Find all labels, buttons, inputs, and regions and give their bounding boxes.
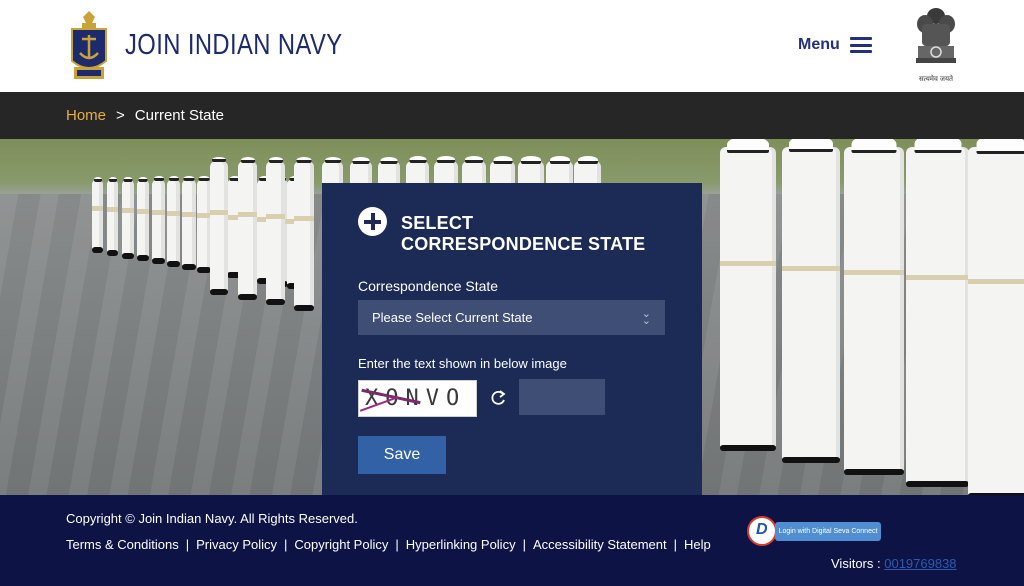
digital-seva-logo-icon: D [747, 516, 777, 546]
state-field-label: Correspondence State [358, 278, 499, 294]
footer-link-terms[interactable]: Terms & Conditions [66, 537, 179, 552]
emblem-caption: सत्यमेव जयते [918, 76, 954, 83]
sailor-figure [266, 157, 285, 305]
site-title[interactable]: JOIN INDIAN NAVY [125, 29, 343, 62]
state-select-value: Please Select Current State [372, 310, 533, 325]
form-title-line2: CORRESPONDENCE STATE [401, 234, 646, 254]
chevron-down-icon: ⌄ ⌄ [641, 308, 651, 327]
sailor-figure [152, 176, 165, 264]
sailor-figure [197, 176, 211, 273]
sailor-figure [210, 157, 228, 295]
sailor-figure [782, 139, 840, 463]
footer-link-separator: | [185, 537, 190, 552]
visitors-label: Visitors : [831, 556, 881, 571]
footer-link-separator: | [395, 537, 399, 552]
footer-link-privacy[interactable]: Privacy Policy [196, 537, 277, 552]
save-button[interactable]: Save [358, 436, 446, 474]
form-title-line1: SELECT [401, 213, 474, 233]
breadcrumb-home-link[interactable]: Home [66, 107, 106, 124]
correspondence-state-form: SELECT CORRESPONDENCE STATE Corresponden… [322, 183, 702, 495]
site-footer: Copyright © Join Indian Navy. All Rights… [0, 495, 1024, 586]
sailor-figure [294, 157, 314, 311]
navy-crest-icon[interactable] [68, 9, 110, 83]
digital-seva-login-button[interactable]: Login with Digital Seva Connect [775, 522, 881, 541]
sailor-figure [906, 139, 969, 487]
footer-link-copyright[interactable]: Copyright Policy [294, 537, 388, 552]
sailor-figure [122, 177, 134, 259]
footer-link-help[interactable]: Help [684, 537, 711, 552]
sailor-figure [968, 139, 1024, 495]
site-header: JOIN INDIAN NAVY Menu सत्यमेव जयते [0, 0, 1024, 92]
refresh-icon[interactable] [489, 389, 507, 407]
captcha-text: XONVO [365, 386, 467, 411]
visitors-counter: Visitors : 0019769838 [831, 556, 957, 571]
national-emblem: सत्यमेव जयते [910, 6, 962, 84]
captcha-image: XONVO [358, 380, 477, 417]
state-select[interactable]: Please Select Current State ⌄ ⌄ [358, 300, 665, 335]
footer-link-separator: | [522, 537, 526, 552]
sailor-figure [137, 177, 149, 261]
hamburger-icon[interactable] [849, 37, 872, 53]
menu-label: Menu [798, 36, 840, 53]
copyright-text: Copyright © Join Indian Navy. All Rights… [66, 511, 358, 526]
sailor-figure [167, 176, 180, 267]
sailor-figure [844, 139, 904, 475]
footer-link-hyperlinking[interactable]: Hyperlinking Policy [406, 537, 516, 552]
captcha-field-label: Enter the text shown in below image [358, 356, 567, 371]
sailor-figure [182, 176, 196, 270]
digital-seva-connect[interactable]: D Login with Digital Seva Connect [747, 516, 883, 546]
breadcrumb: Home > Current State [0, 92, 1024, 139]
footer-link-accessibility[interactable]: Accessibility Statement [533, 537, 667, 552]
sailor-figure [238, 157, 257, 300]
captcha-input[interactable] [519, 379, 605, 415]
form-title: SELECT CORRESPONDENCE STATE [401, 213, 645, 255]
menu-button[interactable]: Menu [798, 36, 872, 54]
footer-links: Terms & Conditions | Privacy Policy | Co… [66, 537, 711, 552]
footer-link-separator: | [284, 537, 288, 552]
sailor-figure [92, 177, 103, 253]
national-emblem-icon [916, 8, 956, 63]
sailor-figure [720, 139, 776, 451]
breadcrumb-current: Current State [134, 107, 224, 124]
footer-link-separator: | [673, 537, 678, 552]
visitors-count: 0019769838 [884, 556, 957, 571]
breadcrumb-separator: > [116, 107, 125, 124]
plus-circle-icon [358, 207, 387, 236]
sailor-figure [107, 177, 118, 256]
